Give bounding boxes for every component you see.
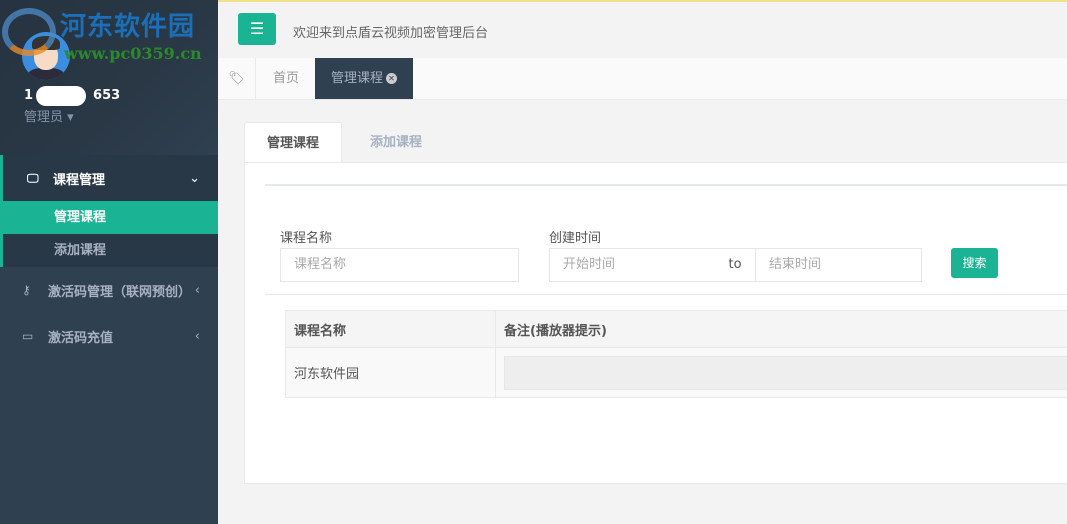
user-role-dropdown[interactable]: 管理员 ▾ xyxy=(24,106,74,125)
course-name-input[interactable]: 课程名称 xyxy=(280,248,519,282)
divider xyxy=(265,294,1067,295)
sidebar-subitem-add-course[interactable]: 添加课程 xyxy=(3,234,218,267)
create-time-label: 创建时间 xyxy=(549,231,602,246)
cell-course-name: 河东软件园 xyxy=(285,347,496,398)
credit-card-icon: ▭ xyxy=(22,329,34,343)
start-time-input[interactable]: 开始时间 xyxy=(549,248,716,282)
profile: 河东软件园 www.pc0359.cn 1 653 管理员 ▾ xyxy=(0,0,218,155)
end-time-input[interactable]: 结束时间 xyxy=(755,248,922,282)
page-tab-label: 管理课程 xyxy=(331,71,384,86)
watermark-url: www.pc0359.cn xyxy=(64,44,202,63)
column-header-remark: 备注(播放器提示) xyxy=(495,310,1067,348)
chevron-down-icon: ⌄ xyxy=(189,170,200,186)
sidebar-item-activation-code[interactable]: ⚷ 激活码管理（联网预创） ‹ xyxy=(0,267,218,313)
range-to-label: to xyxy=(715,248,755,282)
key-icon: ⚷ xyxy=(22,283,31,297)
sidebar-item-course-management[interactable]: 🖵 课程管理 ⌄ xyxy=(3,155,218,201)
user-role: 管理员 xyxy=(24,110,64,125)
sidebar-item-recharge[interactable]: ▭ 激活码充值 ‹ xyxy=(0,313,218,359)
search-button[interactable]: 搜索 xyxy=(951,248,998,278)
chevron-left-icon: ‹ xyxy=(194,282,200,298)
close-icon[interactable]: ✕ xyxy=(386,73,398,84)
remark-input[interactable] xyxy=(504,355,1067,390)
sidebar-subitem-manage-course[interactable]: 管理课程 xyxy=(3,201,218,234)
table-header-row: 课程名称 备注(播放器提示) xyxy=(285,310,1067,348)
watermark-title: 河东软件园 xyxy=(60,12,196,42)
sidebar-item-label: 课程管理 xyxy=(53,172,106,188)
course-table: 课程名称 备注(播放器提示) 河东软件园 xyxy=(285,310,1067,398)
sidebar: 河东软件园 www.pc0359.cn 1 653 管理员 ▾ 🖵 课程管理 ⌄ 管理… xyxy=(0,0,218,524)
tab-add-course[interactable]: 添加课程 xyxy=(370,122,422,163)
sidebar-group-course: 🖵 课程管理 ⌄ 管理课程 添加课程 xyxy=(0,155,218,267)
course-name-label: 课程名称 xyxy=(280,231,333,246)
content-panel: 课程名称 课程名称 创建时间 开始时间 to 结束时间 搜索 课程名称 备注(播… xyxy=(244,162,1067,484)
tab-manage-course[interactable]: 管理课程 xyxy=(244,122,342,163)
top-bar: ☰ 欢迎来到点盾云视频加密管理后台 xyxy=(218,0,1067,58)
user-name-suffix: 653 xyxy=(93,88,121,103)
monitor-icon: 🖵 xyxy=(27,170,39,185)
sidebar-item-label: 激活码管理（联网预创） xyxy=(48,284,192,300)
welcome-text: 欢迎来到点盾云视频加密管理后台 xyxy=(293,26,489,41)
page-tabs-bar: 🏷︎ 首页 管理课程 ✕ xyxy=(218,58,1067,100)
user-name-prefix: 1 xyxy=(24,88,34,103)
chevron-left-icon: ‹ xyxy=(194,328,200,344)
column-header-course-name: 课程名称 xyxy=(285,310,496,348)
hamburger-icon: ☰ xyxy=(249,19,265,38)
watermark-logo-icon xyxy=(2,8,56,56)
cell-remark xyxy=(495,347,1067,398)
tag-icon[interactable]: 🏷︎ xyxy=(218,58,256,99)
menu-toggle-button[interactable]: ☰ xyxy=(238,13,276,45)
page-tab-home[interactable]: 首页 xyxy=(258,58,314,99)
divider xyxy=(265,184,1067,186)
table-row: 河东软件园 xyxy=(285,347,1067,398)
redaction-mark xyxy=(36,86,86,106)
page-tab-manage-course[interactable]: 管理课程 ✕ xyxy=(315,58,414,99)
sidebar-item-label: 激活码充值 xyxy=(48,330,114,346)
